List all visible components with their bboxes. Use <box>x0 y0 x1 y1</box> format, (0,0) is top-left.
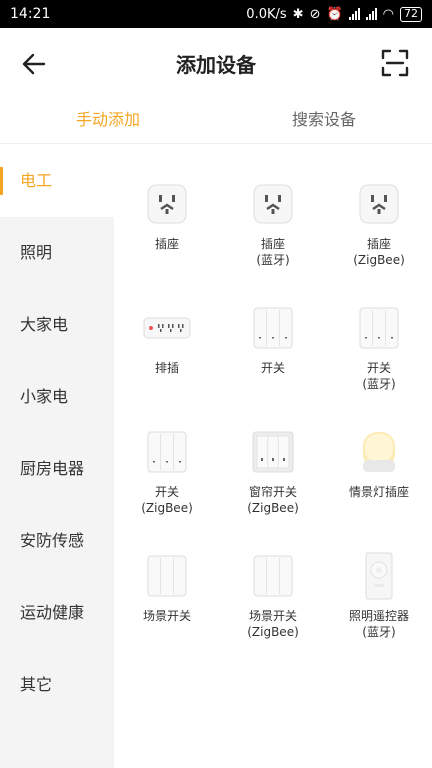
socket-icon <box>249 180 297 228</box>
device-socket-zigbee[interactable]: 插座 (ZigBee) <box>326 180 432 304</box>
device-switch[interactable]: 开关 <box>220 304 326 428</box>
device-label: 开关 (ZigBee) <box>141 485 193 515</box>
sidebar-item-lighting[interactable]: 照明 <box>0 217 114 289</box>
device-power-strip[interactable]: 排插 <box>114 304 220 428</box>
switch-icon <box>355 304 403 352</box>
back-arrow-icon[interactable] <box>20 50 48 78</box>
device-lighting-remote-bluetooth[interactable]: 照明遥控器 (蓝牙) <box>326 552 432 676</box>
device-switch-zigbee[interactable]: 开关 (ZigBee) <box>114 428 220 552</box>
mute-icon: ⊘ <box>309 6 321 22</box>
device-label: 开关 <box>260 361 285 375</box>
category-sidebar: 电工 照明 大家电 小家电 厨房电器 安防传感 运动健康 其它 <box>0 145 114 768</box>
device-grid: 插座 插座 (蓝牙) 插座 (ZigBee) 排插 开关 开关 (蓝牙) 开关 … <box>114 180 432 676</box>
tab-search-devices[interactable]: 搜索设备 <box>216 98 432 143</box>
scene-switch-icon <box>143 552 191 600</box>
device-scene-switch-zigbee[interactable]: 场景开关 (ZigBee) <box>220 552 326 676</box>
socket-icon <box>143 180 191 228</box>
device-label: 插座 (ZigBee) <box>353 237 405 267</box>
device-switch-bluetooth[interactable]: 开关 (蓝牙) <box>326 304 432 428</box>
device-label: 插座 (蓝牙) <box>256 237 290 267</box>
signal-icon <box>348 8 360 20</box>
power-strip-icon <box>143 304 191 352</box>
device-label: 照明遥控器 (蓝牙) <box>348 609 409 639</box>
device-label: 场景开关 (ZigBee) <box>247 609 299 639</box>
device-scene-switch[interactable]: 场景开关 <box>114 552 220 676</box>
device-label: 情景灯插座 <box>348 485 409 499</box>
signal-2-icon <box>365 8 377 20</box>
device-socket[interactable]: 插座 <box>114 180 220 304</box>
alarm-icon: ⏰ <box>326 6 343 22</box>
tab-bar: 手动添加 搜索设备 <box>0 98 432 144</box>
header: 添加设备 <box>0 28 432 98</box>
status-icons: 0.0K/s ✱ ⊘ ⏰ ◠ 72 <box>246 6 422 22</box>
device-label: 开关 (蓝牙) <box>362 361 396 391</box>
bluetooth-icon: ✱ <box>292 6 304 22</box>
tab-manual-add[interactable]: 手动添加 <box>0 98 216 143</box>
sidebar-item-health[interactable]: 运动健康 <box>0 577 114 649</box>
device-label: 窗帘开关 (ZigBee) <box>247 485 299 515</box>
socket-icon <box>355 180 403 228</box>
device-scene-lamp-socket[interactable]: 情景灯插座 <box>326 428 432 552</box>
page-title: 添加设备 <box>176 52 256 77</box>
status-bar: 14:21 0.0K/s ✱ ⊘ ⏰ ◠ 72 <box>0 0 432 28</box>
device-curtain-switch-zigbee[interactable]: 窗帘开关 (ZigBee) <box>220 428 326 552</box>
sidebar-item-large-appliances[interactable]: 大家电 <box>0 289 114 361</box>
status-time: 14:21 <box>10 6 51 22</box>
device-label: 排插 <box>154 361 179 375</box>
battery-icon: 72 <box>400 6 422 22</box>
switch-icon <box>143 428 191 476</box>
sidebar-item-other[interactable]: 其它 <box>0 649 114 721</box>
curtain-switch-icon <box>249 428 297 476</box>
scan-icon[interactable] <box>380 48 410 78</box>
sidebar-item-small-appliances[interactable]: 小家电 <box>0 361 114 433</box>
device-label: 插座 <box>154 237 179 251</box>
sidebar-item-security[interactable]: 安防传感 <box>0 505 114 577</box>
scene-switch-icon <box>249 552 297 600</box>
sidebar-item-electrician[interactable]: 电工 <box>0 145 114 217</box>
wifi-icon: ◠ <box>382 6 394 22</box>
scene-lamp-icon <box>355 428 403 476</box>
sidebar-item-kitchen[interactable]: 厨房电器 <box>0 433 114 505</box>
network-speed: 0.0K/s <box>246 6 287 22</box>
switch-icon <box>249 304 297 352</box>
device-label: 场景开关 <box>142 609 191 623</box>
remote-icon <box>355 552 403 600</box>
device-socket-bluetooth[interactable]: 插座 (蓝牙) <box>220 180 326 304</box>
